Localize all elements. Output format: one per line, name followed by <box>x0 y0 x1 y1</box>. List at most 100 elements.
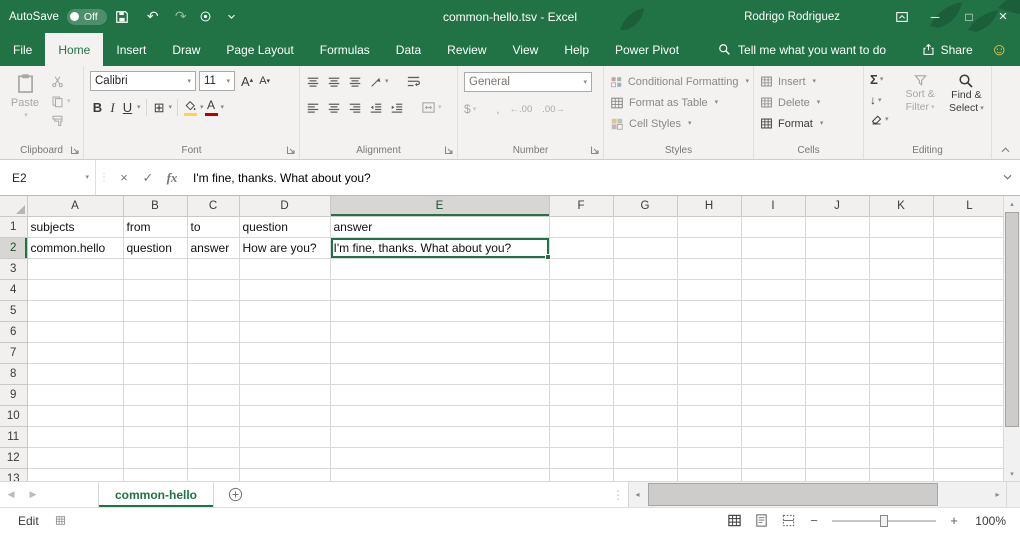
row-header[interactable]: 1 <box>0 217 27 238</box>
cell[interactable] <box>549 259 613 280</box>
cell[interactable] <box>123 469 187 482</box>
cell[interactable] <box>869 364 933 385</box>
cell[interactable] <box>869 343 933 364</box>
cell[interactable] <box>677 343 741 364</box>
row-header[interactable]: 10 <box>0 406 27 427</box>
autosum-button[interactable]: Σ▾ <box>870 72 894 87</box>
cell[interactable] <box>27 301 123 322</box>
cell[interactable] <box>123 343 187 364</box>
cell[interactable] <box>239 343 330 364</box>
cell[interactable] <box>869 469 933 482</box>
cell-A2[interactable]: common.hello <box>27 238 123 259</box>
cell[interactable] <box>613 448 677 469</box>
wrap-text-button[interactable] <box>406 74 421 89</box>
cell[interactable] <box>330 280 549 301</box>
cell[interactable] <box>741 217 805 238</box>
cell[interactable] <box>123 364 187 385</box>
column-header-D[interactable]: D <box>239 196 330 217</box>
cell[interactable] <box>27 364 123 385</box>
save-button[interactable] <box>115 10 135 24</box>
format-painter-button[interactable] <box>51 115 71 128</box>
cell[interactable] <box>741 259 805 280</box>
bold-button[interactable]: B <box>90 100 105 115</box>
redo-button[interactable]: ↷ <box>171 0 191 33</box>
cell[interactable] <box>330 364 549 385</box>
column-header-K[interactable]: K <box>869 196 933 217</box>
cell[interactable] <box>239 259 330 280</box>
cell[interactable] <box>187 259 239 280</box>
vertical-scroll-thumb[interactable] <box>1005 212 1019 427</box>
cell[interactable] <box>330 259 549 280</box>
row-header[interactable]: 8 <box>0 364 27 385</box>
font-color-button[interactable]: A <box>204 99 219 116</box>
feedback-smiley-button[interactable]: ☺ <box>991 33 1008 66</box>
macro-record-icon[interactable] <box>55 515 66 526</box>
cell[interactable] <box>805 217 869 238</box>
column-header-G[interactable]: G <box>613 196 677 217</box>
cell[interactable] <box>741 238 805 259</box>
row-header[interactable]: 13 <box>0 469 27 482</box>
scroll-right-arrow[interactable]: ▸ <box>989 490 1006 499</box>
new-sheet-button[interactable] <box>220 482 250 507</box>
decrease-decimal-button[interactable]: .00→ <box>542 104 565 115</box>
cell-B1[interactable]: from <box>123 217 187 238</box>
cell[interactable] <box>187 322 239 343</box>
cell[interactable] <box>330 301 549 322</box>
cell[interactable] <box>123 280 187 301</box>
fill-handle[interactable] <box>545 254 551 260</box>
zoom-in-button[interactable]: + <box>948 513 960 528</box>
number-format-select[interactable]: General▾ <box>464 72 592 92</box>
cell[interactable] <box>677 469 741 482</box>
sheet-nav-left[interactable]: ◀ <box>0 482 22 507</box>
tab-home[interactable]: Home <box>45 33 103 66</box>
conditional-formatting-button[interactable]: Conditional Formatting▾ <box>610 71 749 92</box>
column-header-E[interactable]: E <box>330 196 549 217</box>
cell[interactable] <box>549 301 613 322</box>
cell[interactable] <box>741 343 805 364</box>
cell[interactable] <box>677 238 741 259</box>
vertical-scrollbar[interactable]: ▴ ▾ <box>1003 196 1020 481</box>
column-header-I[interactable]: I <box>741 196 805 217</box>
cell[interactable] <box>805 343 869 364</box>
cell[interactable] <box>741 280 805 301</box>
cell[interactable] <box>677 217 741 238</box>
cell[interactable] <box>869 280 933 301</box>
tab-draw[interactable]: Draw <box>159 33 213 66</box>
borders-button[interactable]: ⊞ <box>152 100 167 116</box>
cell[interactable] <box>27 469 123 482</box>
cell-B2[interactable]: question <box>123 238 187 259</box>
cell[interactable] <box>805 238 869 259</box>
cell[interactable] <box>805 301 869 322</box>
row-header[interactable]: 12 <box>0 448 27 469</box>
cell[interactable] <box>187 427 239 448</box>
cell[interactable] <box>549 448 613 469</box>
paste-button[interactable]: Paste ▾ <box>6 71 44 128</box>
row-header[interactable]: 11 <box>0 427 27 448</box>
fill-button[interactable]: ↓▾ <box>870 93 894 107</box>
close-button[interactable]: × <box>986 0 1020 33</box>
cell-C2[interactable]: answer <box>187 238 239 259</box>
column-header-H[interactable]: H <box>677 196 741 217</box>
cell[interactable] <box>27 259 123 280</box>
cell[interactable] <box>187 406 239 427</box>
scroll-up-arrow[interactable]: ▴ <box>1004 196 1020 211</box>
tab-insert[interactable]: Insert <box>103 33 159 66</box>
cell[interactable] <box>805 280 869 301</box>
cell[interactable] <box>805 322 869 343</box>
cell[interactable] <box>187 469 239 482</box>
cell[interactable] <box>741 322 805 343</box>
maximize-button[interactable]: □ <box>952 0 986 33</box>
cell[interactable] <box>741 469 805 482</box>
cell[interactable] <box>187 343 239 364</box>
cell[interactable] <box>239 364 330 385</box>
tell-me-box[interactable]: Tell me what you want to do <box>718 33 886 66</box>
align-right-button[interactable] <box>348 101 362 115</box>
cell-C1[interactable]: to <box>187 217 239 238</box>
format-as-table-button[interactable]: Format as Table▾ <box>610 92 749 113</box>
fill-color-button[interactable] <box>183 100 198 116</box>
insert-cells-button[interactable]: Insert▾ <box>760 71 859 92</box>
row-header[interactable]: 5 <box>0 301 27 322</box>
cell[interactable] <box>549 280 613 301</box>
horizontal-scroll-thumb[interactable] <box>648 483 938 506</box>
zoom-out-button[interactable]: − <box>808 513 820 528</box>
